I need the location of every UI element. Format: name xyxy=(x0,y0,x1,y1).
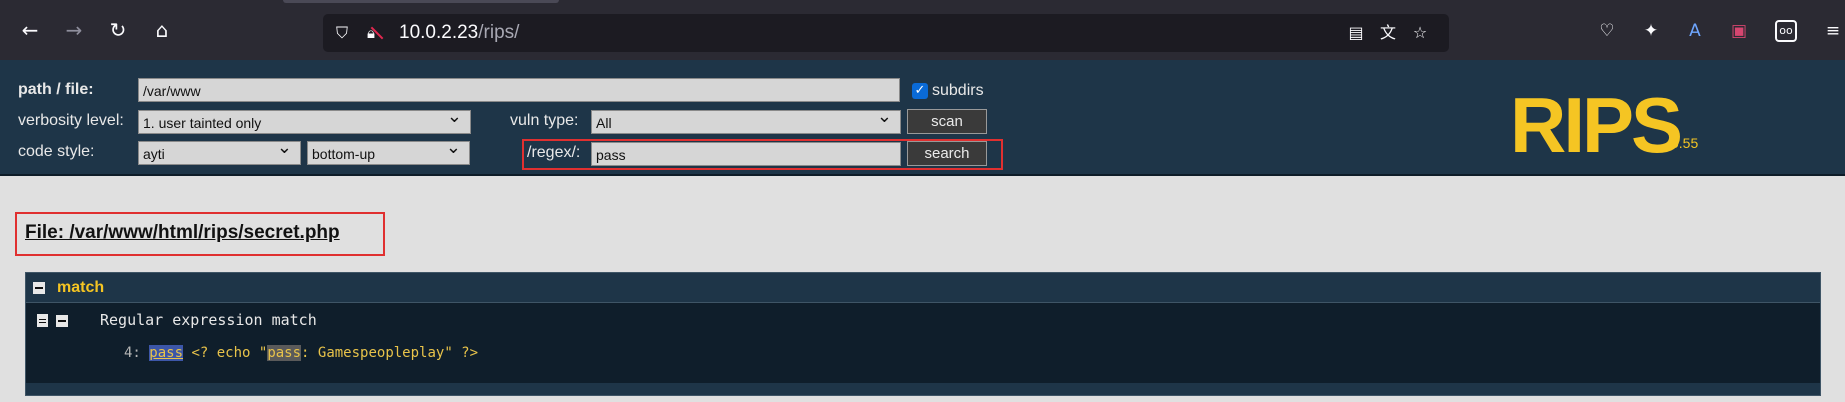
order-select[interactable]: bottom-up xyxy=(307,139,470,165)
match-footer xyxy=(26,383,1820,395)
document-icon[interactable] xyxy=(37,314,48,327)
extension-icon[interactable]: oo xyxy=(1775,20,1797,42)
subdirs-checkbox[interactable]: ✓ xyxy=(912,83,928,99)
subdirs-label: subdirs xyxy=(932,82,984,99)
extension-icon[interactable]: ✦ xyxy=(1640,20,1662,42)
url-text[interactable]: 10.0.2.23/rips/ xyxy=(399,23,519,43)
line-number: 4: xyxy=(124,345,141,361)
regex-input[interactable]: pass xyxy=(591,142,901,166)
forward-icon[interactable]: → xyxy=(61,17,87,43)
bookmark-star-icon[interactable]: ☆ xyxy=(1410,23,1430,43)
code-style-label: code style: xyxy=(18,143,95,160)
code-line: 4: pass <? echo "pass: Gamespeopleplay" … xyxy=(124,345,478,361)
verbosity-value: 1. user tainted only xyxy=(143,115,262,131)
code-style-select[interactable]: ayti xyxy=(138,139,301,165)
code-style-value: ayti xyxy=(143,146,165,162)
collapse-icon[interactable] xyxy=(56,315,68,327)
menu-icon[interactable]: ≡ xyxy=(1822,20,1844,42)
path-label: path / file: xyxy=(18,81,94,98)
home-icon[interactable]: ⌂ xyxy=(149,17,175,43)
match-section-title: match xyxy=(57,279,105,296)
vuln-type-value: All xyxy=(596,115,612,131)
search-button[interactable]: search xyxy=(907,141,987,166)
match-type-label: Regular expression match xyxy=(100,311,317,329)
rips-version: 0.55 xyxy=(1671,135,1699,151)
translate-extension-icon[interactable]: A xyxy=(1684,20,1706,42)
lock-icon[interactable]: 🔒︎ xyxy=(367,23,385,43)
browser-toolbar: ← → ↻ ⌂ ⛉ 🔒︎ 10.0.2.23/rips/ ▤ 文 ☆ ♡ ✦ A… xyxy=(0,0,1845,60)
code-token: <? echo " xyxy=(183,345,268,361)
vuln-type-label: vuln type: xyxy=(510,112,579,129)
order-value: bottom-up xyxy=(312,146,376,162)
regex-label: /regex/: xyxy=(527,144,581,161)
vuln-type-select[interactable]: All xyxy=(591,108,901,134)
extension-icon[interactable]: ▣ xyxy=(1728,20,1750,42)
collapse-icon[interactable] xyxy=(33,282,45,294)
shield-icon[interactable]: ⛉ xyxy=(336,23,354,43)
verbosity-label: verbosity level: xyxy=(18,112,124,129)
scan-button[interactable]: scan xyxy=(907,109,987,134)
back-icon[interactable]: ← xyxy=(17,17,43,43)
file-title[interactable]: File: /var/www/html/rips/secret.php xyxy=(25,222,340,244)
code-token-match: pass xyxy=(267,345,302,361)
rips-logo: RIPS xyxy=(1510,81,1683,169)
reader-icon[interactable]: ▤ xyxy=(1346,23,1366,43)
translate-icon[interactable]: 文 xyxy=(1378,23,1398,43)
url-bar[interactable]: ⛉ 🔒︎ 10.0.2.23/rips/ ▤ 文 ☆ xyxy=(323,14,1449,52)
code-token-highlight[interactable]: pass xyxy=(149,345,184,361)
path-input[interactable]: /var/www xyxy=(138,78,900,102)
active-tab-indicator xyxy=(283,0,559,3)
match-result-box: match Regular expression match 4: pass <… xyxy=(25,272,1821,396)
verbosity-select[interactable]: 1. user tainted only xyxy=(138,108,471,134)
code-token: : Gamespeopleplay" ?> xyxy=(301,345,479,361)
match-header: match xyxy=(26,273,1820,303)
reload-icon[interactable]: ↻ xyxy=(105,17,131,43)
pocket-icon[interactable]: ♡ xyxy=(1596,20,1618,42)
